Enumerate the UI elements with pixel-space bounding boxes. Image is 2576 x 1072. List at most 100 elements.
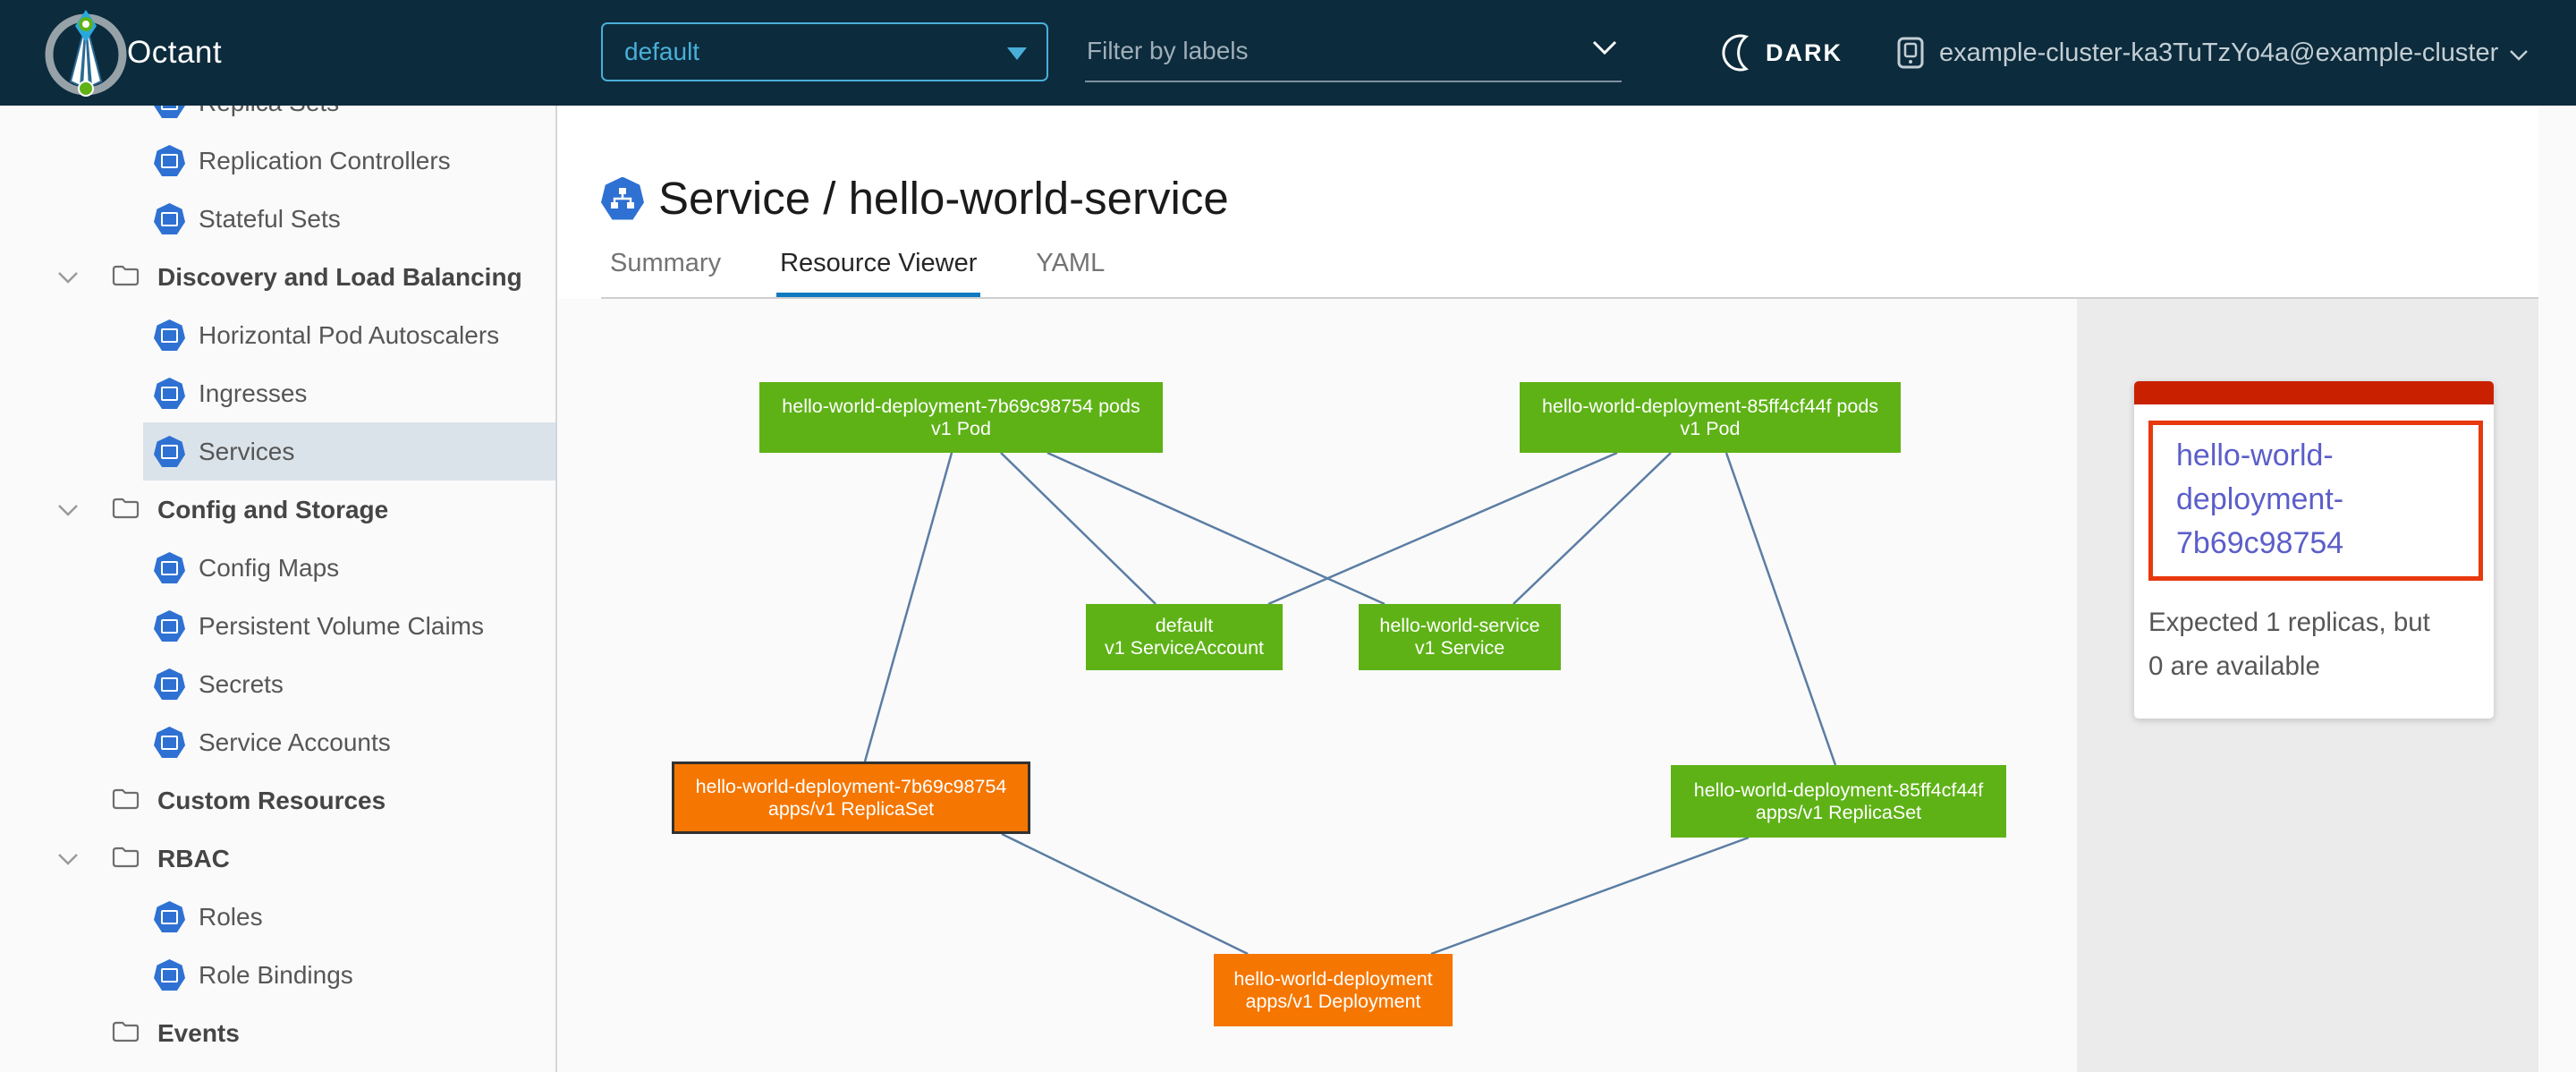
node-name: default [1156, 615, 1214, 637]
resource-glyph [161, 212, 178, 226]
graph-edge [1047, 453, 1385, 604]
sidebar-item-config-maps[interactable]: Config Maps [0, 539, 555, 597]
replica-sets-icon [154, 106, 185, 118]
sidebar-item-label: Stateful Sets [199, 190, 341, 248]
node-name: hello-world-deployment-85ff4cf44f pods [1542, 396, 1878, 418]
namespace-dropdown-value: default [624, 38, 699, 65]
page-title: Service / hello-world-service [658, 172, 1229, 225]
node-kind: apps/v1 Deployment [1246, 991, 1421, 1013]
tab-bar: Summary Resource Viewer YAML [601, 249, 1155, 299]
graph-edge [865, 453, 952, 761]
sidebar-item-secrets[interactable]: Secrets [0, 655, 555, 713]
role-bindings-icon [154, 959, 185, 991]
node-kind: apps/v1 ReplicaSet [768, 798, 934, 821]
graph-node-service-hello-world[interactable]: hello-world-servicev1 Service [1359, 604, 1561, 670]
chevron-down-icon[interactable] [57, 271, 79, 288]
node-name: hello-world-deployment-85ff4cf44f [1694, 779, 1983, 802]
octant-logo [41, 8, 131, 98]
theme-toggle-button[interactable]: DARK [1719, 0, 1843, 106]
sidebar-item-events[interactable]: Events [0, 1004, 555, 1062]
folder-icon [111, 787, 140, 815]
graph-node-deployment-hello-world[interactable]: hello-world-deploymentapps/v1 Deployment [1214, 954, 1453, 1026]
sidebar-item-custom-resources[interactable]: Custom Resources [0, 771, 555, 830]
graph-node-pods-7b69c98754[interactable]: hello-world-deployment-7b69c98754 podsv1… [759, 382, 1163, 453]
content-header: Service / hello-world-service Summary Res… [557, 106, 2538, 299]
resource-glyph [161, 328, 178, 343]
sidebar-item-stateful-sets[interactable]: Stateful Sets [0, 190, 555, 248]
sidebar-item-label: Replica Sets [199, 106, 339, 132]
app-title: Octant [127, 0, 222, 106]
sidebar-item-label: Service Accounts [199, 713, 391, 771]
sidebar-item-config-and-storage[interactable]: Config and Storage [0, 481, 555, 539]
sidebar-item-rbac[interactable]: RBAC [0, 830, 555, 888]
status-message-line1: Expected 1 replicas, but [2148, 600, 2470, 644]
config-maps-icon [154, 552, 185, 583]
folder-icon [111, 1019, 140, 1048]
service-title-icon [601, 177, 644, 220]
folder-icon [111, 263, 140, 292]
ingresses-icon [154, 378, 185, 409]
theme-toggle-label: DARK [1766, 39, 1843, 67]
sidebar-item-discovery-and-load-balancing[interactable]: Discovery and Load Balancing [0, 248, 555, 306]
node-kind: v1 Pod [931, 418, 991, 440]
node-name: hello-world-deployment [1233, 968, 1432, 991]
label-filter-input[interactable] [1085, 23, 1579, 79]
header-bar: Octant default DARK example-cluster-ka3T… [0, 0, 2576, 106]
status-bar-error [2134, 381, 2494, 404]
sidebar-item-horizontal-pod-autoscalers[interactable]: Horizontal Pod Autoscalers [0, 306, 555, 364]
cluster-icon [1894, 35, 1927, 71]
sidebar-item-persistent-volume-claims[interactable]: Persistent Volume Claims [0, 597, 555, 655]
resource-glyph [161, 736, 178, 750]
sidebar-item-label: Secrets [199, 655, 284, 713]
resource-glyph [161, 677, 178, 692]
horizontal-pod-autoscalers-icon [154, 319, 185, 351]
graph-edge [1268, 453, 1617, 604]
sidebar-item-replica-sets[interactable]: Replica Sets [0, 106, 555, 132]
sidebar-item-label: Events [157, 1004, 240, 1062]
dropdown-caret-icon [1007, 47, 1027, 60]
graph-node-pods-85ff4cf44f[interactable]: hello-world-deployment-85ff4cf44f podsv1… [1520, 382, 1901, 453]
resource-link[interactable]: hello-world-deployment-7b69c98754 [2176, 434, 2464, 566]
status-message-line2: 0 are available [2148, 644, 2470, 688]
node-kind: v1 ServiceAccount [1105, 637, 1264, 659]
node-name: hello-world-deployment-7b69c98754 [696, 776, 1007, 798]
cluster-context-menu[interactable]: example-cluster-ka3TuTzYo4a@example-clus… [1894, 0, 2529, 106]
sidebar-item-label: Persistent Volume Claims [199, 597, 484, 655]
tab-yaml[interactable]: YAML [1032, 249, 1108, 299]
sidebar-list: Replica SetsReplication ControllersState… [0, 106, 555, 1062]
sidebar-item-services[interactable]: Services [0, 422, 555, 481]
resource-viewer-graph[interactable]: hello-world-deployment-7b69c98754 podsv1… [557, 299, 2077, 1072]
resource-glyph [161, 619, 178, 634]
tab-summary[interactable]: Summary [606, 249, 724, 299]
sidebar-item-label: Custom Resources [157, 771, 386, 830]
service-accounts-icon [154, 727, 185, 758]
chevron-down-icon[interactable] [1591, 39, 1618, 55]
sidebar-item-label: Replication Controllers [199, 132, 451, 190]
chevron-down-icon[interactable] [57, 853, 79, 870]
resource-glyph [161, 445, 178, 459]
folder-icon [111, 845, 140, 873]
sidebar-item-label: Config and Storage [157, 481, 388, 539]
graph-node-replicaset-7b69c98754[interactable]: hello-world-deployment-7b69c98754apps/v1… [672, 761, 1030, 834]
sidebar-item-role-bindings[interactable]: Role Bindings [0, 946, 555, 1004]
sidebar-nav: Replica SetsReplication ControllersState… [0, 106, 557, 1072]
graph-node-serviceaccount-default[interactable]: defaultv1 ServiceAccount [1086, 604, 1283, 670]
graph-edge [1002, 834, 1248, 954]
moon-icon [1719, 34, 1753, 72]
graph-node-replicaset-85ff4cf44f[interactable]: hello-world-deployment-85ff4cf44fapps/v1… [1671, 765, 2006, 838]
chevron-down-icon[interactable] [57, 504, 79, 521]
node-name: hello-world-deployment-7b69c98754 pods [782, 396, 1140, 418]
tab-resource-viewer[interactable]: Resource Viewer [776, 249, 980, 299]
sidebar-item-label: Horizontal Pod Autoscalers [199, 306, 499, 364]
sidebar-item-service-accounts[interactable]: Service Accounts [0, 713, 555, 771]
resource-glyph [161, 910, 178, 924]
graph-edge [1726, 453, 1835, 765]
namespace-dropdown[interactable]: default [601, 22, 1048, 81]
sidebar-item-roles[interactable]: Roles [0, 888, 555, 946]
resource-glyph [161, 154, 178, 168]
node-kind: v1 Pod [1681, 418, 1741, 440]
sidebar-item-label: Roles [199, 888, 263, 946]
sidebar-item-replication-controllers[interactable]: Replication Controllers [0, 132, 555, 190]
label-filter [1085, 23, 1622, 82]
sidebar-item-ingresses[interactable]: Ingresses [0, 364, 555, 422]
